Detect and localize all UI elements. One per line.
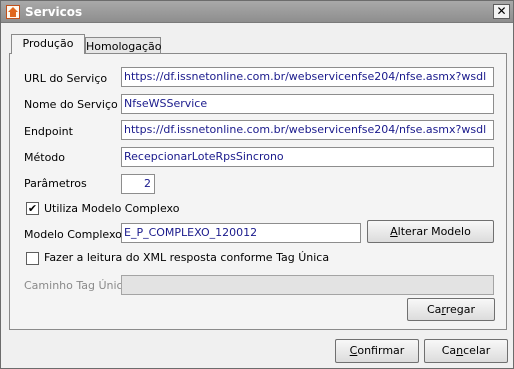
change-model-button[interactable]: Alterar Modelo — [367, 220, 494, 243]
complex-model-label: Modelo Complexo — [24, 228, 122, 241]
params-field[interactable]: 2 — [121, 174, 155, 194]
method-label: Método — [24, 151, 66, 164]
checkmark-icon: ✔ — [27, 202, 38, 215]
tag-unica-path-field — [121, 275, 494, 295]
change-model-mnemonic: A — [390, 225, 398, 238]
change-model-label-post: lterar Modelo — [397, 225, 471, 238]
endpoint-field[interactable]: https://df.issnetonline.com.br/webservic… — [121, 120, 494, 140]
app-icon — [6, 5, 20, 19]
window-title: Servicos — [25, 5, 83, 19]
url-label: URL do Serviço — [24, 72, 108, 85]
tab-producao[interactable]: Produção — [11, 34, 85, 54]
confirm-button[interactable]: Confirmar — [335, 339, 419, 363]
endpoint-label: Endpoint — [24, 125, 73, 138]
confirm-label-post: onfirmar — [357, 344, 405, 357]
service-name-field[interactable]: NfseWSService — [121, 94, 494, 114]
complex-model-field[interactable]: E_P_COMPLEXO_120012 — [121, 223, 361, 243]
tag-unica-path-label: Caminho Tag Única — [24, 279, 130, 292]
params-label: Parâmetros — [24, 177, 87, 190]
load-label-pre: Ca — [426, 303, 442, 316]
cancel-button[interactable]: Cancelar — [424, 339, 508, 363]
service-name-label: Nome do Serviço — [24, 98, 118, 111]
services-dialog: Servicos ✕ Produção Homologação URL do S… — [0, 0, 514, 369]
tag-unica-label: Fazer a leitura do XML resposta conforme… — [44, 251, 330, 264]
load-button[interactable]: Carregar — [407, 298, 495, 321]
method-field[interactable]: RecepcionarLoteRpsSincrono — [121, 147, 494, 167]
close-icon[interactable]: ✕ — [493, 4, 510, 19]
load-label-post: regar — [445, 303, 476, 316]
url-field[interactable]: https://df.issnetonline.com.br/webservic… — [121, 67, 494, 87]
tag-unica-checkbox[interactable] — [26, 252, 39, 265]
cancel-label-post: celar — [463, 344, 491, 357]
cancel-label-pre: Ca — [441, 344, 457, 357]
use-complex-model-label: Utiliza Modelo Complexo — [44, 202, 180, 215]
use-complex-model-checkbox[interactable]: ✔ — [26, 202, 39, 215]
title-bar[interactable]: Servicos ✕ — [1, 1, 513, 23]
